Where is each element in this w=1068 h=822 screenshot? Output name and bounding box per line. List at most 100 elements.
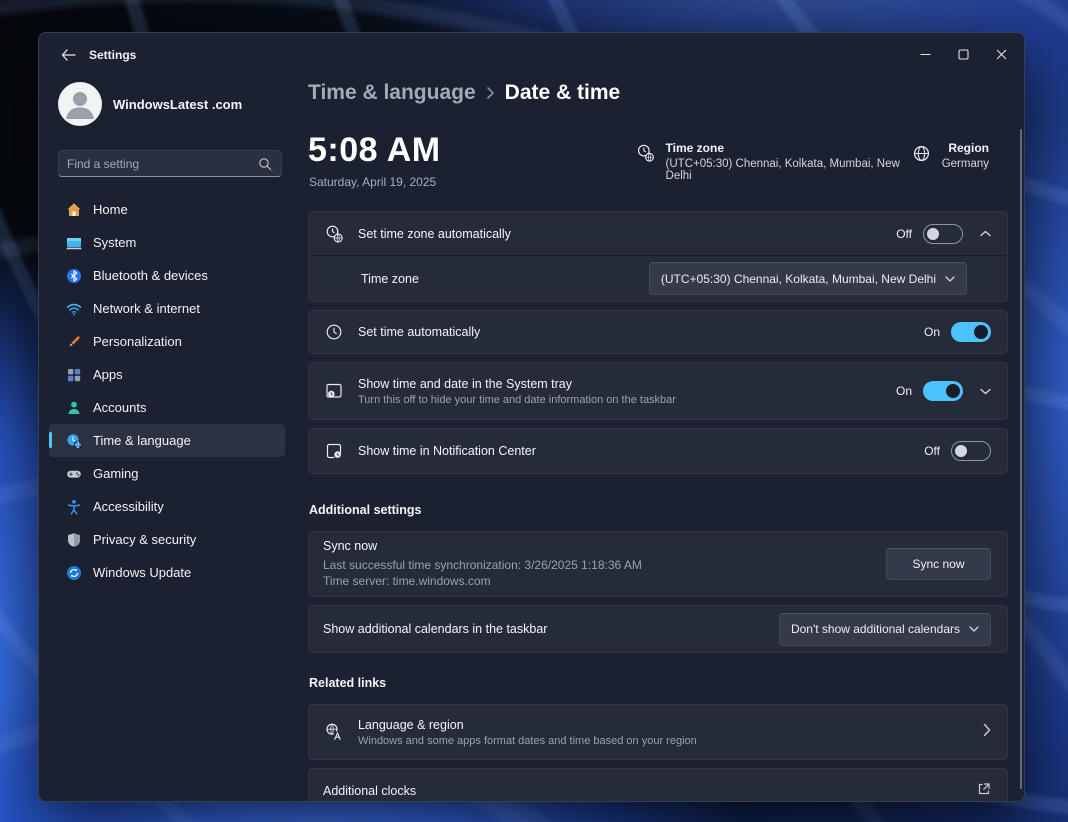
- sidebar-item-label: Bluetooth & devices: [93, 268, 208, 283]
- additional-calendars-row: Show additional calendars in the taskbar…: [308, 605, 1008, 653]
- search-input[interactable]: [59, 157, 258, 171]
- close-icon: [996, 49, 1007, 60]
- sidebar-item-label: Accounts: [93, 400, 146, 415]
- system-tray-row[interactable]: Show time and date in the System tray Tu…: [308, 362, 1008, 420]
- sidebar-item-accounts[interactable]: Accounts: [49, 391, 285, 424]
- time-language-icon: [66, 433, 82, 449]
- timezone-auto-group: Set time zone automatically Off Time zon…: [308, 211, 1008, 302]
- apps-grid-icon: [66, 367, 82, 383]
- setting-label: Set time zone automatically: [358, 227, 896, 241]
- setting-label: Show time and date in the System tray: [358, 377, 896, 391]
- sync-last-text: Last successful time synchronization: 3/…: [323, 557, 886, 573]
- chevron-right-icon: [983, 723, 991, 742]
- chevron-down-icon[interactable]: [980, 388, 991, 395]
- maximize-button[interactable]: [944, 39, 982, 69]
- timezone-dropdown[interactable]: (UTC+05:30) Chennai, Kolkata, Mumbai, Ne…: [649, 262, 967, 295]
- sidebar-item-home[interactable]: Home: [49, 193, 285, 226]
- notification-center-row[interactable]: Show time in Notification Center Off: [308, 428, 1008, 474]
- tray-clock-icon: [323, 381, 345, 401]
- current-date: Saturday, April 19, 2025: [309, 175, 436, 189]
- settings-window: Settings WindowsLatest .com Home System …: [38, 32, 1025, 802]
- close-button[interactable]: [982, 39, 1020, 69]
- region-info-label: Region: [942, 141, 989, 155]
- search-box[interactable]: [58, 150, 282, 177]
- scrollbar[interactable]: [1020, 129, 1022, 789]
- sidebar-item-system[interactable]: System: [49, 226, 285, 259]
- chevron-up-icon[interactable]: [980, 230, 991, 237]
- notification-center-toggle[interactable]: [951, 441, 991, 461]
- chevron-down-icon: [945, 276, 955, 282]
- timezone-dropdown-value: (UTC+05:30) Chennai, Kolkata, Mumbai, Ne…: [661, 272, 936, 286]
- system-icon: [66, 235, 82, 251]
- region-globe-icon: [911, 143, 932, 164]
- sidebar-item-windows-update[interactable]: Windows Update: [49, 556, 285, 589]
- sidebar-item-accessibility[interactable]: Accessibility: [49, 490, 285, 523]
- clock-icon: [323, 322, 345, 342]
- sidebar-item-network[interactable]: Network & internet: [49, 292, 285, 325]
- toggle-state-label: Off: [924, 444, 940, 458]
- bluetooth-icon: [66, 268, 82, 284]
- sidebar-item-label: Apps: [93, 367, 123, 382]
- toggle-state-label: Off: [896, 227, 912, 241]
- home-icon: [66, 202, 82, 218]
- sidebar-item-privacy[interactable]: Privacy & security: [49, 523, 285, 556]
- toggle-state-label: On: [896, 384, 912, 398]
- breadcrumb-current: Date & time: [505, 81, 621, 105]
- calendars-label: Show additional calendars in the taskbar: [323, 622, 779, 636]
- language-region-label: Language & region: [358, 718, 983, 732]
- update-icon: [66, 565, 82, 581]
- setting-label: Set time automatically: [358, 325, 924, 339]
- quick-info: Time zone (UTC+05:30) Chennai, Kolkata, …: [636, 141, 989, 182]
- avatar[interactable]: [58, 82, 102, 126]
- sidebar-item-bluetooth[interactable]: Bluetooth & devices: [49, 259, 285, 292]
- minimize-button[interactable]: [906, 39, 944, 69]
- sidebar-item-label: Gaming: [93, 466, 139, 481]
- set-timezone-auto-toggle[interactable]: [923, 224, 963, 244]
- section-title-related-links: Related links: [309, 675, 1008, 691]
- set-timezone-auto-row[interactable]: Set time zone automatically Off: [309, 212, 1007, 255]
- chevron-down-icon: [969, 626, 979, 632]
- brush-icon: [66, 334, 82, 350]
- region-info-value: Germany: [942, 158, 989, 170]
- section-title-additional-settings: Additional settings: [309, 502, 1008, 518]
- additional-clocks-link[interactable]: Additional clocks: [308, 768, 1008, 802]
- additional-clocks-label: Additional clocks: [323, 784, 977, 798]
- sidebar-item-label: Home: [93, 202, 128, 217]
- wifi-icon: [66, 301, 82, 317]
- calendars-dropdown[interactable]: Don't show additional calendars: [779, 613, 991, 646]
- timezone-info-label: Time zone: [666, 141, 911, 155]
- toggle-state-label: On: [924, 325, 940, 339]
- search-icon[interactable]: [258, 157, 272, 171]
- language-region-link[interactable]: Language & region Windows and some apps …: [308, 704, 1008, 760]
- breadcrumb-separator-icon: [486, 86, 495, 100]
- shield-icon: [66, 532, 82, 548]
- settings-content: Set time zone automatically Off Time zon…: [308, 211, 1008, 802]
- back-arrow-icon: [61, 49, 76, 61]
- window-title: Settings: [89, 48, 136, 62]
- account-name: WindowsLatest .com: [113, 97, 242, 112]
- breadcrumb-parent[interactable]: Time & language: [308, 81, 476, 105]
- back-button[interactable]: [51, 43, 85, 67]
- sync-now-button[interactable]: Sync now: [886, 548, 991, 580]
- timezone-info: Time zone (UTC+05:30) Chennai, Kolkata, …: [636, 141, 911, 182]
- sidebar-item-label: Windows Update: [93, 565, 191, 580]
- sidebar-item-apps[interactable]: Apps: [49, 358, 285, 391]
- system-tray-toggle[interactable]: [923, 381, 963, 401]
- timezone-row-label: Time zone: [361, 272, 649, 286]
- accessibility-icon: [66, 499, 82, 515]
- timezone-globe-clock-icon: [636, 143, 656, 164]
- sidebar-item-time-language[interactable]: Time & language: [49, 424, 285, 457]
- gamepad-icon: [66, 466, 82, 482]
- sidebar-item-label: Personalization: [93, 334, 182, 349]
- window-controls: [906, 39, 1020, 69]
- language-region-description: Windows and some apps format dates and t…: [358, 735, 983, 747]
- sidebar-item-gaming[interactable]: Gaming: [49, 457, 285, 490]
- sidebar-item-label: Time & language: [93, 433, 191, 448]
- sidebar-item-label: System: [93, 235, 136, 250]
- set-time-auto-toggle[interactable]: [951, 322, 991, 342]
- sidebar-item-personalization[interactable]: Personalization: [49, 325, 285, 358]
- breadcrumb: Time & language Date & time: [308, 81, 620, 105]
- maximize-icon: [958, 49, 969, 60]
- timezone-select-row: Time zone (UTC+05:30) Chennai, Kolkata, …: [309, 256, 1007, 301]
- set-time-auto-row[interactable]: Set time automatically On: [308, 310, 1008, 354]
